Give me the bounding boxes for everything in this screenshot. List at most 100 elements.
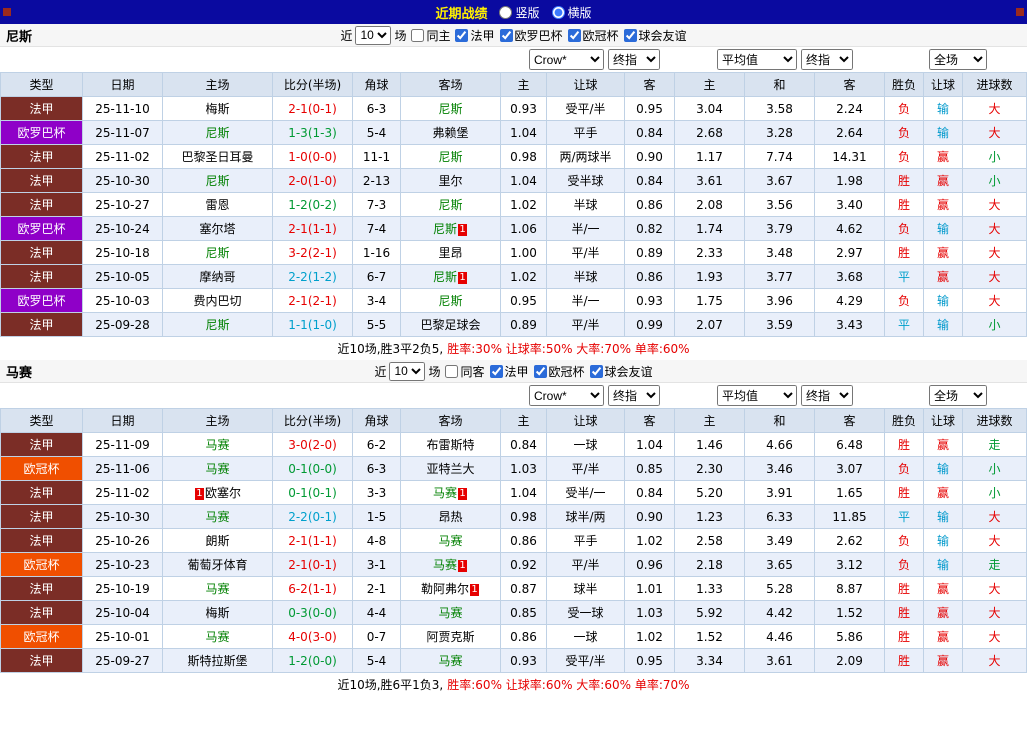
vertical-layout-radio[interactable]: [499, 5, 513, 19]
goals-over-under-result: 大: [962, 600, 1027, 625]
match-date: 25-10-05: [82, 264, 163, 289]
avg-draw-odds: 6.33: [744, 504, 815, 529]
euro-odds-stage-select[interactable]: 终指: [801, 385, 853, 406]
asian-handicap-line: 半球: [546, 264, 625, 289]
horizontal-layout-option[interactable]: 横版: [551, 4, 592, 21]
average-odds-select[interactable]: 平均值: [717, 49, 797, 70]
league-checkbox[interactable]: [589, 364, 603, 378]
match-score: 2-1(0-1): [272, 96, 353, 121]
avg-home-odds: 3.04: [674, 96, 745, 121]
match-date: 25-10-18: [82, 240, 163, 265]
avg-home-odds: 1.75: [674, 288, 745, 313]
vertical-layout-option[interactable]: 竖版: [499, 4, 540, 21]
handicap-result: 赢: [923, 624, 963, 649]
handicap-result: 输: [923, 528, 963, 553]
league-checkbox[interactable]: [533, 364, 547, 378]
away-team: 弗赖堡: [400, 120, 501, 145]
league-filter-option[interactable]: 欧冠杯: [533, 363, 585, 380]
away-team-name: 尼斯: [438, 198, 463, 212]
goals-over-under-result: 小: [962, 456, 1027, 481]
avg-home-odds: 1.52: [674, 624, 745, 649]
asian-away-odds: 0.84: [624, 120, 675, 145]
league-checkbox[interactable]: [623, 28, 637, 42]
goals-over-under-result: 大: [962, 528, 1027, 553]
asian-home-odds: 1.04: [500, 168, 547, 193]
home-team-name: 尼斯: [205, 246, 230, 260]
column-header: 主: [674, 408, 745, 433]
asian-home-odds: 1.03: [500, 456, 547, 481]
match-date: 25-11-10: [82, 96, 163, 121]
red-card-badge: 1: [458, 488, 467, 500]
match-date: 25-10-01: [82, 624, 163, 649]
asian-handicap-line: 两/两球半: [546, 144, 625, 169]
home-team: 梅斯: [162, 600, 273, 625]
league-badge: 法甲: [0, 528, 83, 553]
avg-draw-odds: 3.61: [744, 648, 815, 673]
avg-away-odds: 2.64: [814, 120, 885, 145]
asian-away-odds: 1.02: [624, 624, 675, 649]
recent-count-select[interactable]: 10: [389, 361, 426, 381]
same-venue-option[interactable]: 同主: [411, 27, 450, 44]
asian-handicap-line: 平/半: [546, 552, 625, 577]
match-date: 25-11-09: [82, 432, 163, 457]
match-score: 2-1(1-1): [272, 528, 353, 553]
league-filter-option[interactable]: 法甲: [455, 27, 495, 44]
euro-odds-stage-select[interactable]: 终指: [801, 49, 853, 70]
horizontal-layout-radio[interactable]: [551, 5, 565, 19]
asian-handicap-line: 半/一: [546, 216, 625, 241]
league-filter-option[interactable]: 球会友谊: [589, 363, 653, 380]
asian-away-odds: 0.90: [624, 504, 675, 529]
match-row: 法甲 25-09-28 尼斯 1-1(1-0) 5-5 巴黎足球会 0.89 平/半 0.99 2…: [0, 312, 1027, 337]
asian-handicap-line: 平手: [546, 120, 625, 145]
average-odds-select[interactable]: 平均值: [717, 385, 797, 406]
league-checkbox-label: 欧罗巴杯: [514, 28, 563, 43]
league-checkbox[interactable]: [489, 364, 503, 378]
asian-odds-stage-select[interactable]: 终指: [608, 385, 660, 406]
asian-handicap-line: 受半球: [546, 168, 625, 193]
column-header: 类型: [0, 72, 83, 97]
bookmaker-select[interactable]: Crow*: [529, 49, 604, 70]
league-badge: 法甲: [0, 144, 83, 169]
avg-away-odds: 2.09: [814, 648, 885, 673]
avg-home-odds: 2.18: [674, 552, 745, 577]
column-header: 角球: [352, 72, 401, 97]
goals-over-under-result: 大: [962, 504, 1027, 529]
match-date: 25-10-03: [82, 288, 163, 313]
match-scope-select[interactable]: 全场: [929, 49, 987, 70]
goals-over-under-result: 小: [962, 312, 1027, 337]
match-row: 法甲 25-10-05 摩纳哥 2-2(1-2) 6-7 尼斯 1 1.02 半球 0.86 1.9…: [0, 264, 1027, 289]
asian-away-odds: 0.99: [624, 312, 675, 337]
team-name: 马赛: [6, 365, 33, 381]
handicap-result: 输: [923, 288, 963, 313]
league-badge: 欧冠杯: [0, 624, 83, 649]
league-checkbox[interactable]: [455, 28, 469, 42]
recent-count-select[interactable]: 10: [355, 25, 392, 45]
bookmaker-select[interactable]: Crow*: [529, 385, 604, 406]
same-venue-checkbox[interactable]: [411, 28, 425, 42]
win-loss-result: 负: [884, 456, 924, 481]
same-venue-checkbox[interactable]: [445, 364, 459, 378]
away-team: 尼斯 1: [400, 216, 501, 241]
win-loss-result: 胜: [884, 600, 924, 625]
goals-over-under-result: 大: [962, 576, 1027, 601]
match-score: 1-2(0-2): [272, 192, 353, 217]
asian-odds-stage-select[interactable]: 终指: [608, 49, 660, 70]
win-loss-result: 胜: [884, 240, 924, 265]
handicap-result: 输: [923, 96, 963, 121]
league-checkbox[interactable]: [499, 28, 513, 42]
league-filter-option[interactable]: 欧罗巴杯: [499, 27, 563, 44]
column-header: 角球: [352, 408, 401, 433]
away-team: 马赛: [400, 528, 501, 553]
column-header: 日期: [82, 72, 163, 97]
same-venue-option[interactable]: 同客: [445, 363, 485, 380]
league-filter-option[interactable]: 欧冠杯: [567, 27, 619, 44]
league-filter-option[interactable]: 球会友谊: [623, 27, 687, 44]
league-checkbox-label: 法甲: [470, 28, 495, 43]
league-checkbox[interactable]: [567, 28, 581, 42]
league-filter-option[interactable]: 法甲: [489, 363, 529, 380]
asian-away-odds: 0.82: [624, 216, 675, 241]
goals-over-under-result: 大: [962, 240, 1027, 265]
team-section-nice: 尼斯 近 10 场 同主 法甲 欧罗巴杯 欧冠杯 球会友谊 Crow* 终指 平均值 …: [0, 24, 1027, 360]
home-team: 塞尔塔: [162, 216, 273, 241]
match-scope-select[interactable]: 全场: [929, 385, 987, 406]
